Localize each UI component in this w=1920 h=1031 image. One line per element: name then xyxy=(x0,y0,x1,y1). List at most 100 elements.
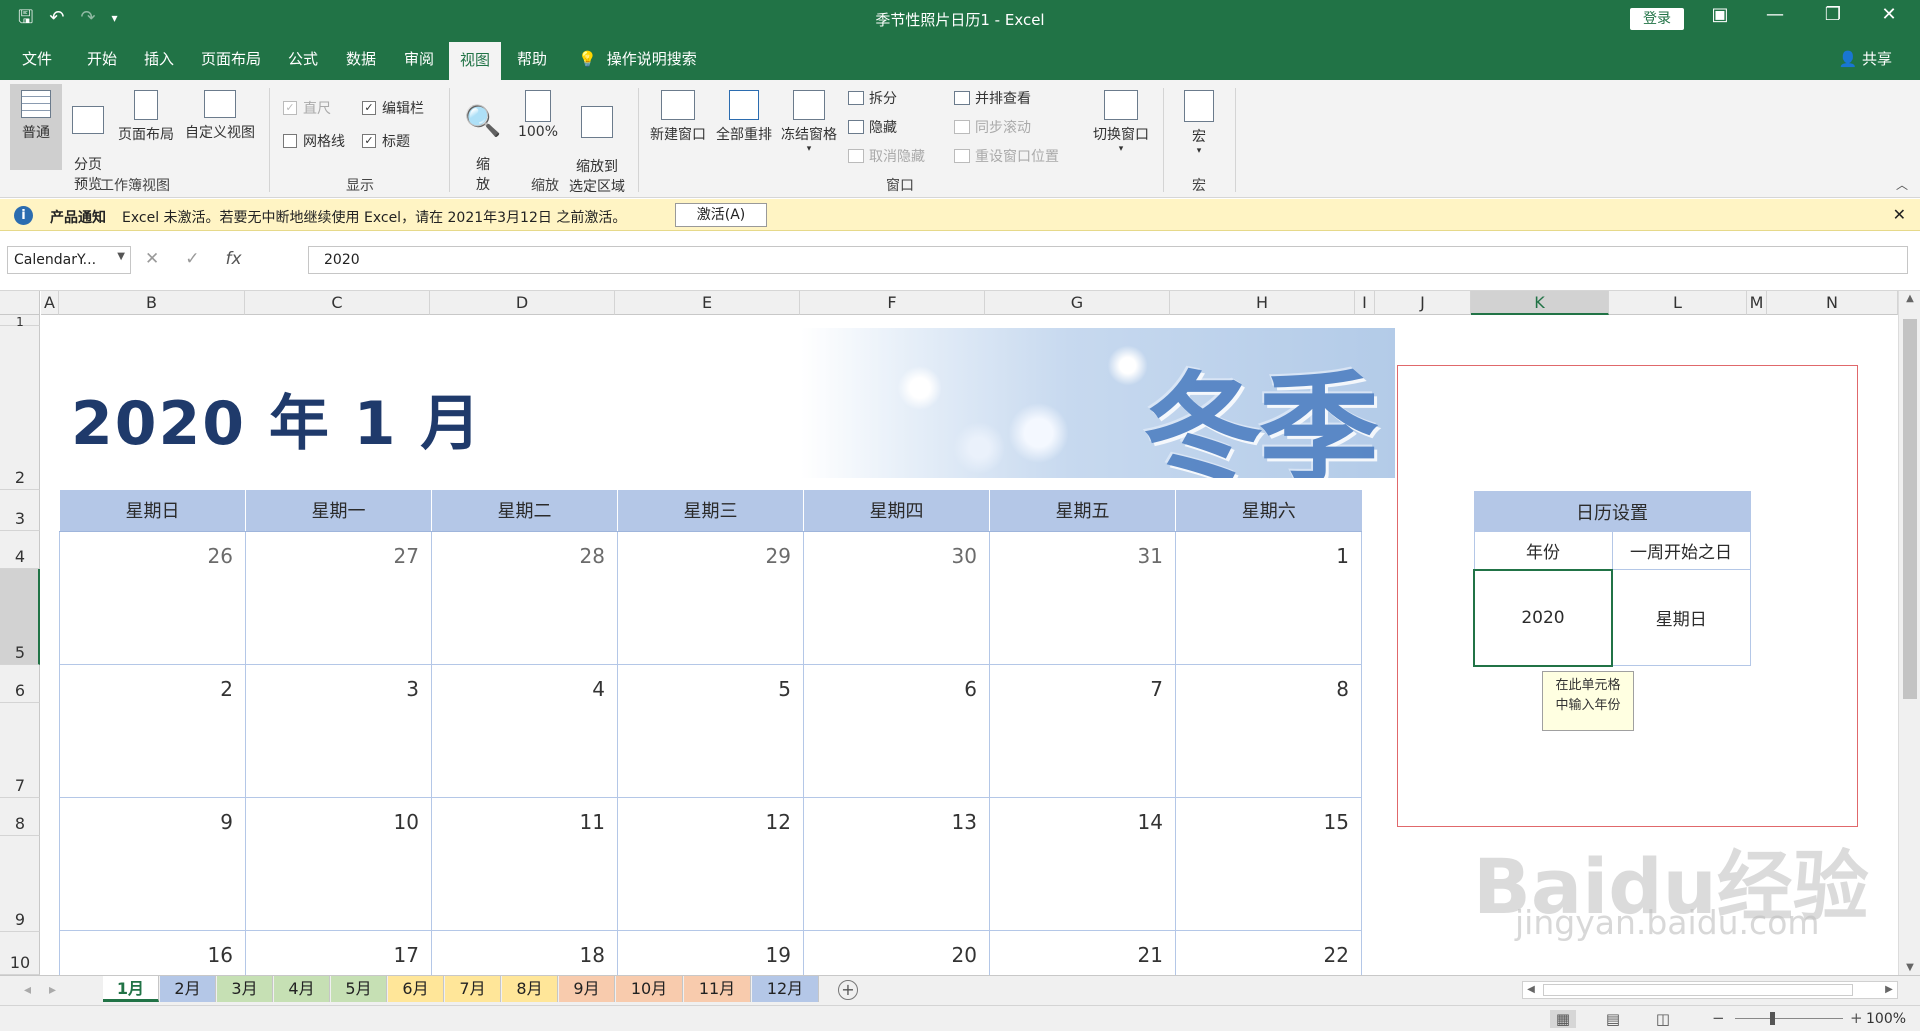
sheet-tab[interactable]: 11月 xyxy=(684,976,751,1002)
sheet-tab[interactable]: 7月 xyxy=(445,976,501,1002)
new-window-button[interactable]: 新建窗口 xyxy=(646,90,710,144)
zoom-button[interactable]: 🔍 缩 放 xyxy=(462,90,504,194)
sheet-tab[interactable]: 4月 xyxy=(274,976,330,1002)
day-cell[interactable]: 6 xyxy=(803,663,990,798)
day-cell[interactable]: 16 xyxy=(59,929,246,975)
row-header-6[interactable]: 6 xyxy=(0,665,40,703)
day-cell[interactable]: 4 xyxy=(431,663,618,798)
settings-title[interactable]: 日历设置 xyxy=(1473,491,1751,532)
row-header-2[interactable]: 2 xyxy=(0,326,40,490)
day-cell[interactable]: 2 xyxy=(59,663,246,798)
horizontal-scrollbar[interactable]: ◀ ▶ xyxy=(1522,981,1898,999)
enter-icon[interactable]: ✓ xyxy=(185,249,199,269)
tab-view[interactable]: 视图 xyxy=(449,42,502,80)
day-cell[interactable]: 30 xyxy=(803,530,990,665)
normal-view-button[interactable]: 普通 xyxy=(10,84,62,170)
weekday-header[interactable]: 星期四 xyxy=(803,490,990,532)
day-cell[interactable]: 7 xyxy=(989,663,1176,798)
view-side-by-side-button[interactable]: 并排查看 xyxy=(954,88,1031,108)
day-cell[interactable]: 29 xyxy=(617,530,804,665)
scroll-right-icon[interactable]: ▶ xyxy=(1881,982,1897,998)
normal-view-status-icon[interactable]: ▦ xyxy=(1550,1010,1576,1028)
tab-home[interactable]: 开始 xyxy=(87,48,117,69)
column-header-j[interactable]: J xyxy=(1375,291,1471,315)
insert-function-icon[interactable]: fx xyxy=(226,249,242,269)
collapse-ribbon-icon[interactable]: ︿ xyxy=(1896,176,1908,193)
day-cell[interactable]: 9 xyxy=(59,796,246,931)
login-button[interactable]: 登录 xyxy=(1630,8,1684,30)
arrange-all-button[interactable]: 全部重排 xyxy=(712,90,776,144)
day-cell[interactable]: 14 xyxy=(989,796,1176,931)
gridlines-checkbox[interactable]: 网格线 xyxy=(283,131,345,151)
headings-checkbox[interactable]: ✓ 标题 xyxy=(362,131,410,151)
day-cell[interactable]: 31 xyxy=(989,530,1176,665)
tab-insert[interactable]: 插入 xyxy=(144,48,174,69)
page-layout-status-icon[interactable]: ▤ xyxy=(1600,1010,1626,1028)
sheet-tab[interactable]: 5月 xyxy=(331,976,387,1002)
column-header-n[interactable]: N xyxy=(1767,291,1898,315)
tab-data[interactable]: 数据 xyxy=(346,48,376,69)
worksheet[interactable]: 2020 年 1 月 冬季 星期日 星期一 星期二 星期三 星期四 星期五 星期… xyxy=(41,315,1898,975)
tab-review[interactable]: 审阅 xyxy=(404,48,434,69)
hscroll-thumb[interactable] xyxy=(1543,984,1853,996)
column-header-l[interactable]: L xyxy=(1609,291,1747,315)
column-header-f[interactable]: F xyxy=(800,291,985,315)
row-header-7[interactable]: 7 xyxy=(0,703,40,798)
zoom-100-button[interactable]: 100% xyxy=(514,90,562,140)
name-box[interactable]: CalendarY... ▼ xyxy=(7,246,131,274)
day-cell[interactable]: 27 xyxy=(245,530,432,665)
day-cell[interactable]: 13 xyxy=(803,796,990,931)
year-label[interactable]: 年份 xyxy=(1473,531,1613,570)
day-cell[interactable]: 20 xyxy=(803,929,990,975)
column-header-m[interactable]: M xyxy=(1747,291,1767,315)
day-cell[interactable]: 11 xyxy=(431,796,618,931)
column-header-h[interactable]: H xyxy=(1170,291,1355,315)
day-cell[interactable]: 18 xyxy=(431,929,618,975)
scroll-up-icon[interactable]: ▲ xyxy=(1899,293,1920,304)
row-header-9[interactable]: 9 xyxy=(0,836,40,932)
formula-input[interactable]: 2020 xyxy=(308,246,1908,274)
calendar-title[interactable]: 2020 年 1 月 xyxy=(71,375,482,462)
zoom-slider-thumb[interactable] xyxy=(1770,1012,1775,1025)
page-break-status-icon[interactable]: ◫ xyxy=(1650,1010,1676,1028)
close-icon[interactable]: ✕ xyxy=(1893,205,1906,224)
reset-window-position-button[interactable]: 重设窗口位置 xyxy=(954,146,1059,166)
day-cell[interactable]: 10 xyxy=(245,796,432,931)
weekday-header[interactable]: 星期日 xyxy=(59,490,246,532)
year-input-cell[interactable]: 2020 xyxy=(1473,568,1613,667)
column-header-a[interactable]: A xyxy=(41,291,59,315)
day-cell[interactable]: 21 xyxy=(989,929,1176,975)
tab-page-layout[interactable]: 页面布局 xyxy=(201,48,261,69)
vertical-scrollbar[interactable]: ▲ ▼ xyxy=(1898,291,1920,975)
weekday-header[interactable]: 星期一 xyxy=(245,490,432,532)
switch-windows-button[interactable]: 切换窗口 ▾ xyxy=(1088,90,1154,154)
day-cell[interactable]: 3 xyxy=(245,663,432,798)
tab-formulas[interactable]: 公式 xyxy=(288,48,318,69)
sync-scroll-button[interactable]: 同步滚动 xyxy=(954,117,1031,137)
tell-me-search[interactable]: 💡 操作说明搜索 xyxy=(578,48,697,69)
tab-help[interactable]: 帮助 xyxy=(517,48,547,69)
ruler-checkbox[interactable]: ✓ 直尺 xyxy=(283,98,331,118)
column-header-c[interactable]: C xyxy=(245,291,430,315)
sheet-tab[interactable]: 6月 xyxy=(388,976,444,1002)
column-header-k[interactable]: K xyxy=(1471,291,1609,315)
split-button[interactable]: 拆分 xyxy=(848,88,897,108)
column-header-e[interactable]: E xyxy=(615,291,800,315)
row-header-8[interactable]: 8 xyxy=(0,798,40,836)
day-cell[interactable]: 15 xyxy=(1175,796,1362,931)
sheet-tab[interactable]: 2月 xyxy=(160,976,216,1002)
unhide-button[interactable]: 取消隐藏 xyxy=(848,146,925,166)
zoom-in-icon[interactable]: + xyxy=(1850,1009,1863,1027)
weekday-header[interactable]: 星期三 xyxy=(617,490,804,532)
day-cell[interactable]: 28 xyxy=(431,530,618,665)
column-header-i[interactable]: I xyxy=(1355,291,1375,315)
row-header-1[interactable]: 1 xyxy=(0,315,40,329)
sheet-tab[interactable]: 9月 xyxy=(559,976,615,1002)
page-layout-view-button[interactable]: 页面布局 xyxy=(114,90,178,144)
scroll-down-icon[interactable]: ▼ xyxy=(1899,962,1920,973)
weekday-header[interactable]: 星期五 xyxy=(989,490,1176,532)
sheet-tab[interactable]: 12月 xyxy=(752,976,819,1002)
day-cell[interactable]: 22 xyxy=(1175,929,1362,975)
column-header-b[interactable]: B xyxy=(59,291,245,315)
tab-file[interactable]: 文件 xyxy=(22,48,52,69)
